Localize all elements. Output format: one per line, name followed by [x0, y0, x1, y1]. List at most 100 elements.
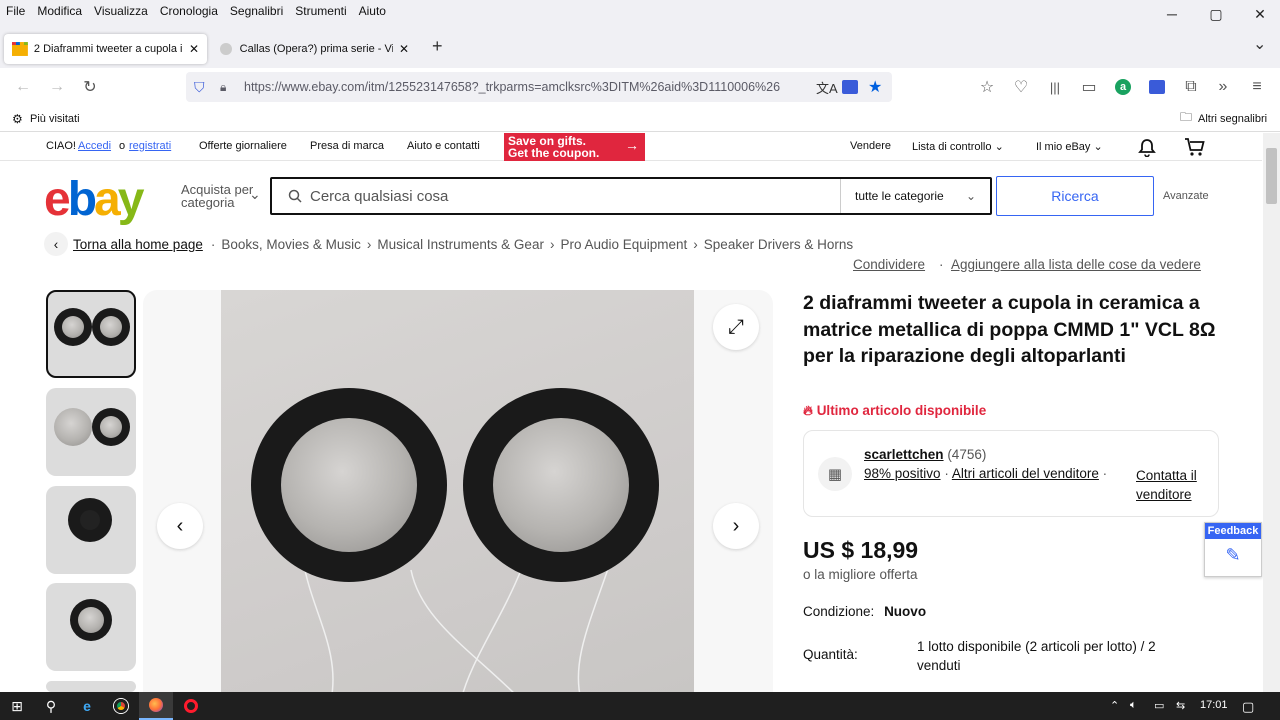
seller-positive-link[interactable]: 98% positivo — [864, 466, 941, 481]
back-icon[interactable]: ← — [12, 76, 34, 98]
category-select[interactable]: tutte le categorie ⌄ — [840, 179, 990, 213]
menu-file[interactable]: File — [0, 4, 31, 18]
previous-image-button[interactable]: ‹ — [157, 503, 203, 549]
shop-by-category-button[interactable]: Acquista per categoria ⌄ — [181, 183, 261, 209]
page-scrollbar[interactable] — [1263, 133, 1280, 692]
daily-deals-link[interactable]: Offerte giornaliere — [199, 140, 287, 152]
thumbnail-2[interactable] — [46, 388, 136, 476]
search-icon[interactable]: ⚲ — [34, 692, 68, 720]
lock-icon[interactable]: 🔒︎ — [220, 80, 226, 95]
my-ebay-link[interactable]: Il mio eBay ⌄ — [1036, 140, 1103, 153]
product-photo — [221, 290, 694, 700]
bookmark-other[interactable]: Altri segnalibri — [1198, 113, 1267, 125]
account-icon[interactable]: a — [1112, 76, 1134, 98]
thumbnail-3[interactable] — [46, 486, 136, 574]
chrome-icon[interactable] — [104, 692, 138, 720]
battery-icon[interactable]: ▭ — [1154, 699, 1164, 712]
brand-outlet-link[interactable]: Presa di marca — [310, 140, 384, 152]
shield-icon[interactable]: ⛉ — [194, 79, 205, 96]
pocket-icon[interactable]: ♡ — [1010, 76, 1032, 98]
category-select-value: tutte le categorie — [855, 189, 944, 203]
bookmark-most-visited[interactable]: Più visitati — [30, 113, 80, 125]
menu-edit[interactable]: Modifica — [31, 4, 88, 18]
breadcrumb-item[interactable]: Books, Movies & Music — [221, 237, 361, 252]
tray-chevron-up-icon[interactable]: ⌃ — [1110, 699, 1119, 712]
cart-icon[interactable] — [1184, 137, 1206, 157]
tab-title: Callas (Opera?) prima serie - Vin — [239, 43, 393, 55]
add-to-watchlist-link[interactable]: Aggiungere alla lista delle cose da vede… — [951, 257, 1201, 272]
library-icon[interactable]: ||| — [1044, 76, 1066, 98]
share-link[interactable]: Condividere — [853, 257, 925, 272]
browser-window: File Modifica Visualizza Cronologia Segn… — [0, 0, 1280, 720]
forward-icon[interactable]: → — [46, 76, 68, 98]
thumbnail-5[interactable] — [46, 681, 136, 692]
sign-in-link[interactable]: Accedi — [78, 140, 111, 152]
thumbnail-4[interactable] — [46, 583, 136, 671]
menu-help[interactable]: Aiuto — [353, 4, 392, 18]
app-menu-icon[interactable]: ≡ — [1246, 76, 1268, 98]
seller-other-items-link[interactable]: Altri articoli del venditore — [952, 466, 1099, 481]
reload-icon[interactable]: ↻ — [79, 76, 101, 98]
help-contact-link[interactable]: Aiuto e contatti — [407, 140, 480, 152]
close-tab-icon[interactable]: ✕ — [399, 42, 409, 56]
overflow-icon[interactable]: » — [1212, 76, 1234, 98]
contact-seller-link[interactable]: Contatta il venditore — [1136, 466, 1216, 504]
extensions-icon[interactable]: ⧉ — [1180, 76, 1202, 98]
windows-start-icon[interactable]: ⊞ — [0, 692, 34, 720]
search-input[interactable]: Cerca qualsiasi cosa — [310, 188, 448, 205]
bell-icon[interactable] — [1138, 138, 1156, 157]
nav-toolbar: ← → ↻ ⛉ 🔒︎ https://www.ebay.com/itm/1255… — [0, 68, 1280, 106]
new-tab-button[interactable]: + — [432, 36, 443, 57]
translate-icon[interactable]: 文A — [816, 78, 838, 97]
ebay-logo[interactable]: ebay — [44, 172, 145, 227]
breadcrumb-item[interactable]: Pro Audio Equipment — [560, 237, 687, 252]
advanced-search-link[interactable]: Avanzate — [1163, 190, 1209, 202]
register-link[interactable]: registrati — [129, 140, 171, 152]
tab-ebay-item[interactable]: 2 Diaframmi tweeter a cupola in ✕ — [4, 34, 207, 64]
translator-extension-icon[interactable] — [842, 80, 858, 94]
logo-y: y — [117, 173, 145, 226]
scrollbar-thumb[interactable] — [1266, 148, 1277, 204]
close-tab-icon[interactable]: ✕ — [189, 42, 199, 56]
network-icon[interactable]: ⇆ — [1176, 699, 1185, 712]
opera-icon[interactable] — [174, 692, 208, 720]
search-button[interactable]: Ricerca — [996, 176, 1154, 216]
separator-dot: · — [944, 466, 949, 481]
speaker-icon[interactable]: 🔈︎ — [1130, 699, 1137, 712]
seller-name-link[interactable]: scarlettchen — [864, 447, 944, 462]
next-image-button[interactable]: › — [713, 503, 759, 549]
url-bar[interactable]: ⛉ 🔒︎ https://www.ebay.com/itm/1255231476… — [186, 72, 892, 102]
chevron-down-icon: ⌄ — [965, 189, 976, 203]
menu-tools[interactable]: Strumenti — [289, 4, 352, 18]
notifications-icon[interactable]: ▢ — [1242, 699, 1254, 715]
main-image-viewer[interactable]: ⤢ ‹ › — [143, 290, 773, 700]
thumbnail-image — [100, 316, 122, 338]
sell-link[interactable]: Vendere — [850, 140, 891, 152]
price: US $ 18,99 — [803, 537, 919, 563]
promo-banner[interactable]: Save on gifts. Get the coupon. → — [504, 133, 645, 161]
clock[interactable]: 17:01 — [1200, 699, 1228, 711]
url-text[interactable]: https://www.ebay.com/itm/125523147658?_t… — [244, 80, 804, 94]
watchlist-link[interactable]: Lista di controllo ⌄ — [912, 140, 1004, 153]
bookmark-star-icon[interactable]: ★ — [868, 77, 882, 97]
seller-line-2: 98% positivo · Altri articoli del vendit… — [864, 466, 1107, 481]
breadcrumb-item[interactable]: Musical Instruments & Gear — [377, 237, 544, 252]
firefox-icon[interactable] — [139, 692, 173, 720]
tab-bar: 2 Diaframmi tweeter a cupola in ✕ Callas… — [0, 22, 1280, 68]
sidebar-icon[interactable]: ▭ — [1078, 76, 1100, 98]
expand-icon[interactable]: ⤢ — [713, 304, 759, 350]
feedback-tab[interactable]: Feedback ✎ — [1204, 522, 1262, 577]
reader-icon[interactable]: ☆ — [976, 76, 998, 98]
breadcrumb-item[interactable]: Speaker Drivers & Horns — [704, 237, 853, 252]
list-all-tabs-icon[interactable]: ⌄ — [1253, 34, 1266, 54]
thumbnail-1[interactable] — [46, 290, 136, 378]
breadcrumb-home[interactable]: Torna alla home page — [73, 237, 203, 252]
seller-feedback-count: (4756) — [947, 447, 987, 462]
menu-history[interactable]: Cronologia — [154, 4, 224, 18]
chevron-left-icon[interactable]: ‹ — [44, 232, 68, 256]
edge-icon[interactable]: e — [70, 692, 104, 720]
menu-view[interactable]: Visualizza — [88, 4, 154, 18]
translate-extension-icon[interactable] — [1146, 76, 1168, 98]
menu-bookmarks[interactable]: Segnalibri — [224, 4, 289, 18]
tab-callas[interactable]: Callas (Opera?) prima serie - Vin ✕ — [212, 34, 417, 64]
